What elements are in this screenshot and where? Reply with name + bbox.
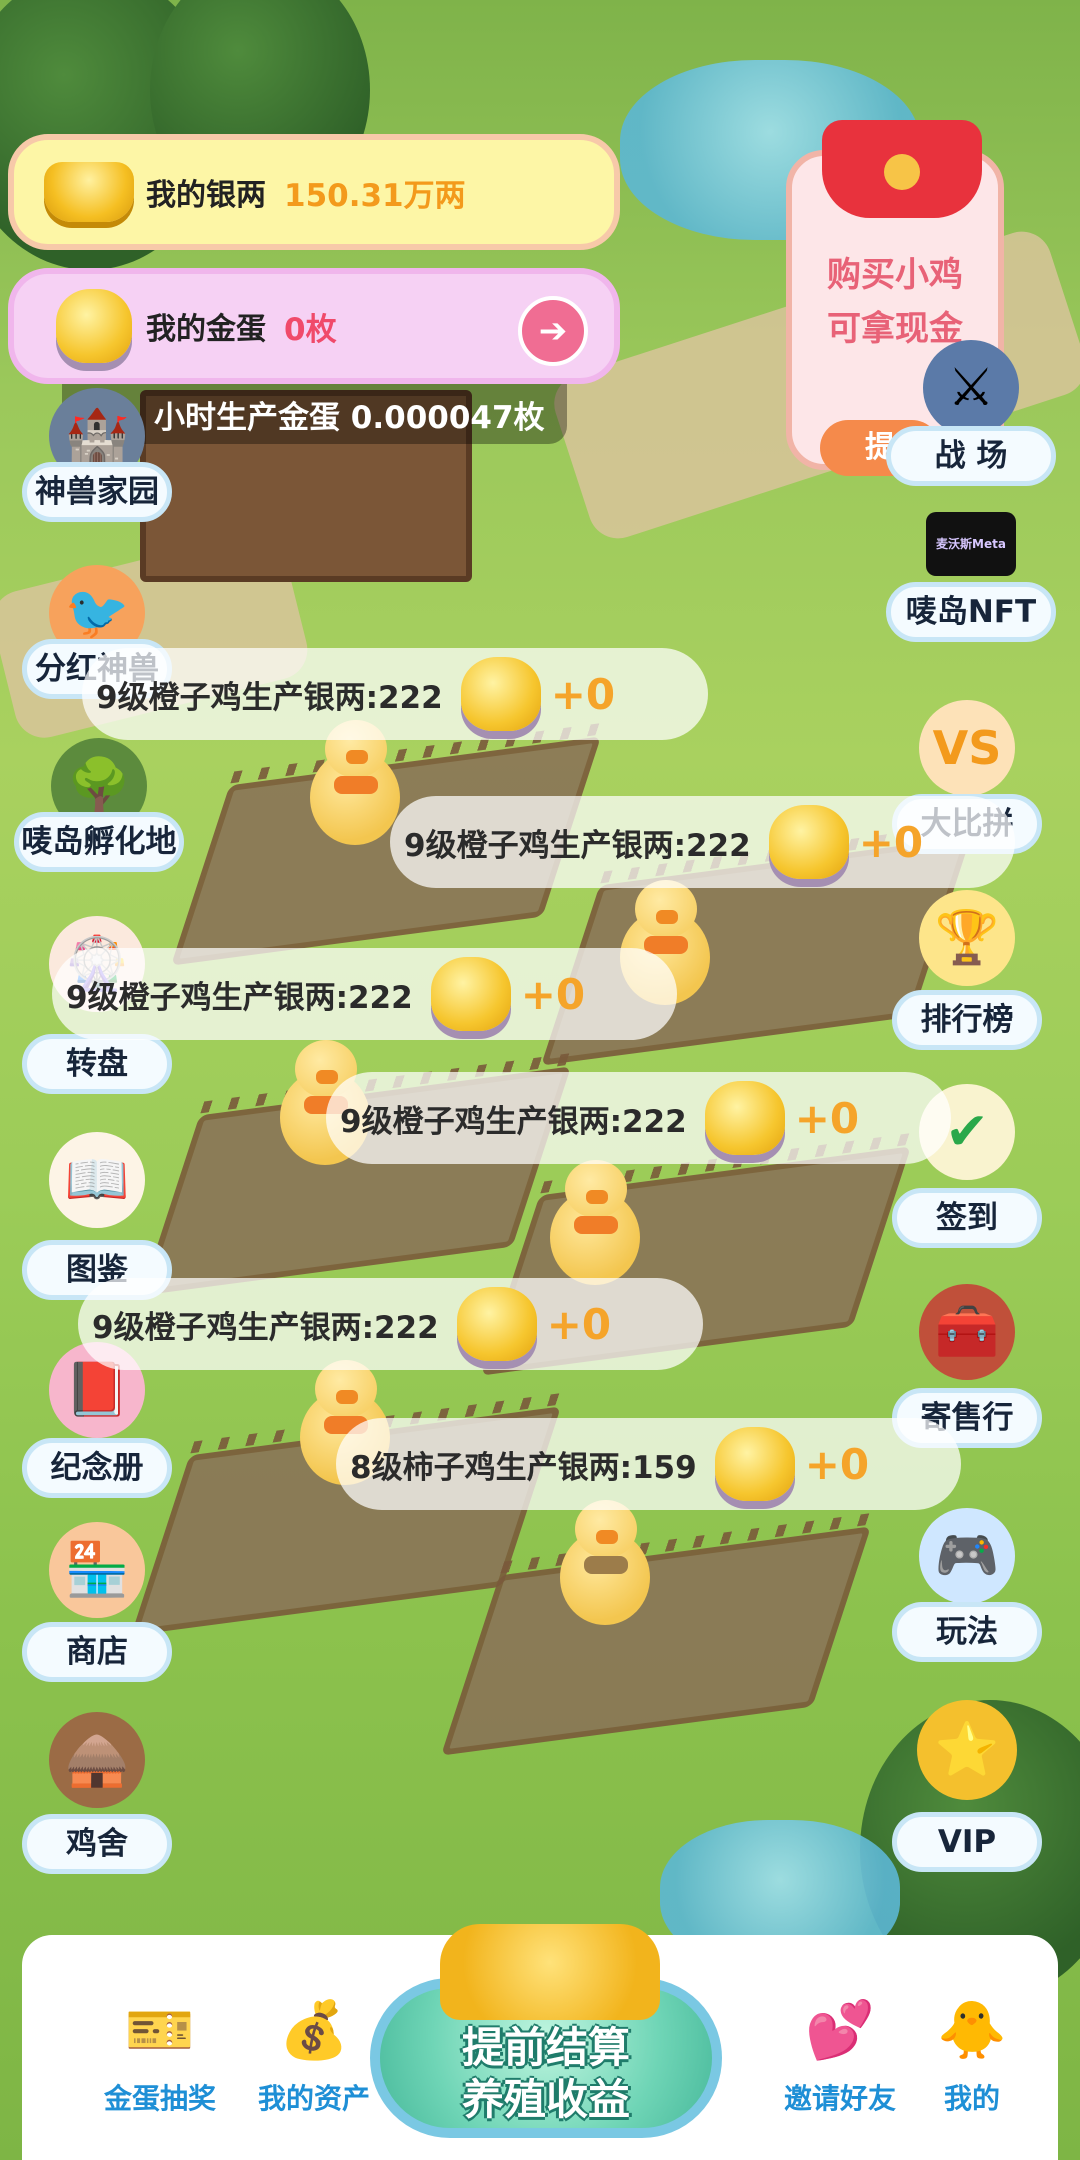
sidebar-item-hatch[interactable]: 🌳 唛岛孵化地 <box>14 738 184 872</box>
coop-icon: 🛖 <box>49 1712 145 1808</box>
ticket-icon: 🎫 <box>125 1998 195 2063</box>
buy-card-line1: 购买小鸡 <box>827 255 963 295</box>
production-bubble[interactable]: 9级橙子鸡生产银两:222 +0 <box>390 796 1015 888</box>
sidebar-label: 唛岛NFT <box>886 582 1056 642</box>
silver-label: 我的银两 <box>146 178 266 213</box>
star-medal-icon: ⭐ <box>917 1700 1017 1800</box>
sidebar-label: 签到 <box>892 1188 1042 1248</box>
shop-icon: 🏪 <box>49 1522 145 1618</box>
production-text: 9级橙子鸡生产银两:222 <box>340 1103 687 1140</box>
gold-egg-icon <box>460 657 541 731</box>
sidebar-label: 转盘 <box>22 1034 172 1094</box>
tab-label: 我的资产 <box>257 2082 370 2115</box>
production-bubble[interactable]: 9级橙子鸡生产银两:222 +0 <box>52 948 677 1040</box>
gold-egg-icon <box>768 805 849 879</box>
sidebar-item-gameplay[interactable]: 🎮 玩法 <box>892 1508 1042 1662</box>
sidebar-item-vip[interactable]: ⭐ VIP <box>892 1700 1042 1872</box>
gold-ingots-icon <box>440 1924 660 2020</box>
production-text: 9级橙子鸡生产银两:222 <box>96 679 443 716</box>
gold-egg-icon <box>456 1287 537 1361</box>
sidebar-label: 唛岛孵化地 <box>14 812 184 872</box>
gold-egg-panel: 我的金蛋 0枚 ➔ <box>8 268 620 384</box>
tab-label: 金蛋抽奖 <box>103 2082 216 2115</box>
gold-egg-value: 0枚 <box>284 311 337 348</box>
gold-egg-icon <box>714 1427 795 1501</box>
gamepad-icon: 🎮 <box>919 1508 1015 1604</box>
production-text: 9级橙子鸡生产银两:222 <box>66 979 413 1016</box>
production-gain: +0 <box>794 1093 860 1143</box>
sidebar-label: 鸡舍 <box>22 1814 172 1874</box>
production-bubble[interactable]: 9级橙子鸡生产银两:222 +0 <box>82 648 708 740</box>
sidebar-item-coop[interactable]: 🛖 鸡舍 <box>22 1712 172 1874</box>
production-bubble[interactable]: 8级柿子鸡生产银两:159 +0 <box>336 1418 961 1510</box>
tab-egg-lottery[interactable]: 🎫 金蛋抽奖 <box>80 1991 240 2117</box>
tab-label: 我的 <box>943 2082 1000 2115</box>
production-text: 9级橙子鸡生产银两:222 <box>404 827 751 864</box>
gold-egg-icon <box>430 957 511 1031</box>
production-text: 8级柿子鸡生产银两:159 <box>350 1449 697 1486</box>
gold-egg-icon <box>56 289 132 363</box>
sidebar-label: 商店 <box>22 1622 172 1682</box>
gold-egg-label: 我的金蛋 <box>146 312 266 347</box>
production-gain: +0 <box>546 1299 612 1349</box>
silver-value: 150.31万两 <box>284 177 466 214</box>
red-envelope-icon <box>822 120 982 218</box>
settle-line2: 养殖收益 <box>461 2075 630 2124</box>
silver-balance-panel: 我的银两 150.31万两 <box>8 134 620 250</box>
silver-ingot-icon <box>44 162 134 222</box>
sidebar-item-nft[interactable]: 麦沃斯Meta 唛岛NFT <box>886 508 1056 642</box>
production-bubble[interactable]: 9级橙子鸡生产银两:222 +0 <box>78 1278 703 1370</box>
production-gain: +0 <box>858 817 924 867</box>
production-gain: +0 <box>550 669 616 719</box>
sidebar-item-album[interactable]: 📖 图鉴 <box>22 1132 172 1300</box>
chick-avatar-icon: 🐥 <box>937 1998 1007 2063</box>
swords-icon: ⚔ <box>923 340 1019 436</box>
gold-egg-arrow-button[interactable]: ➔ <box>518 296 588 366</box>
vs-icon: VS <box>919 700 1015 796</box>
sidebar-label: 排行榜 <box>892 990 1042 1050</box>
hearts-icon: 💕 <box>805 1998 875 2063</box>
trophy-icon: 🏆 <box>919 890 1015 986</box>
chicken[interactable] <box>540 1160 650 1290</box>
gold-egg-icon <box>704 1081 785 1155</box>
sidebar-item-shop[interactable]: 🏪 商店 <box>22 1522 172 1682</box>
sidebar-label: 神兽家园 <box>22 462 172 522</box>
chicken[interactable] <box>550 1500 660 1630</box>
production-gain: +0 <box>520 969 586 1019</box>
meta-icon: 麦沃斯Meta <box>926 512 1016 576</box>
tab-mine[interactable]: 🐥 我的 <box>892 1991 1052 2117</box>
sidebar-label: 纪念册 <box>22 1438 172 1498</box>
production-text: 9级橙子鸡生产银两:222 <box>92 1309 439 1346</box>
sidebar-label: 玩法 <box>892 1602 1042 1662</box>
sidebar-item-rank[interactable]: 🏆 排行榜 <box>892 890 1042 1050</box>
sidebar-item-home[interactable]: 🏰 神兽家园 <box>22 388 172 522</box>
early-settle-button[interactable]: 提前结算 养殖收益 <box>370 1924 722 2138</box>
sidebar-label: 战 场 <box>886 426 1056 486</box>
sidebar-label: VIP <box>892 1812 1042 1872</box>
production-bubble[interactable]: 9级橙子鸡生产银两:222 +0 <box>326 1072 951 1164</box>
money-bag-icon: 💰 <box>279 1998 349 2063</box>
production-gain: +0 <box>804 1439 870 1489</box>
book-icon: 📖 <box>49 1132 145 1228</box>
chest-icon: 🧰 <box>919 1284 1015 1380</box>
sidebar-item-battle[interactable]: ⚔ 战 场 <box>886 340 1056 486</box>
